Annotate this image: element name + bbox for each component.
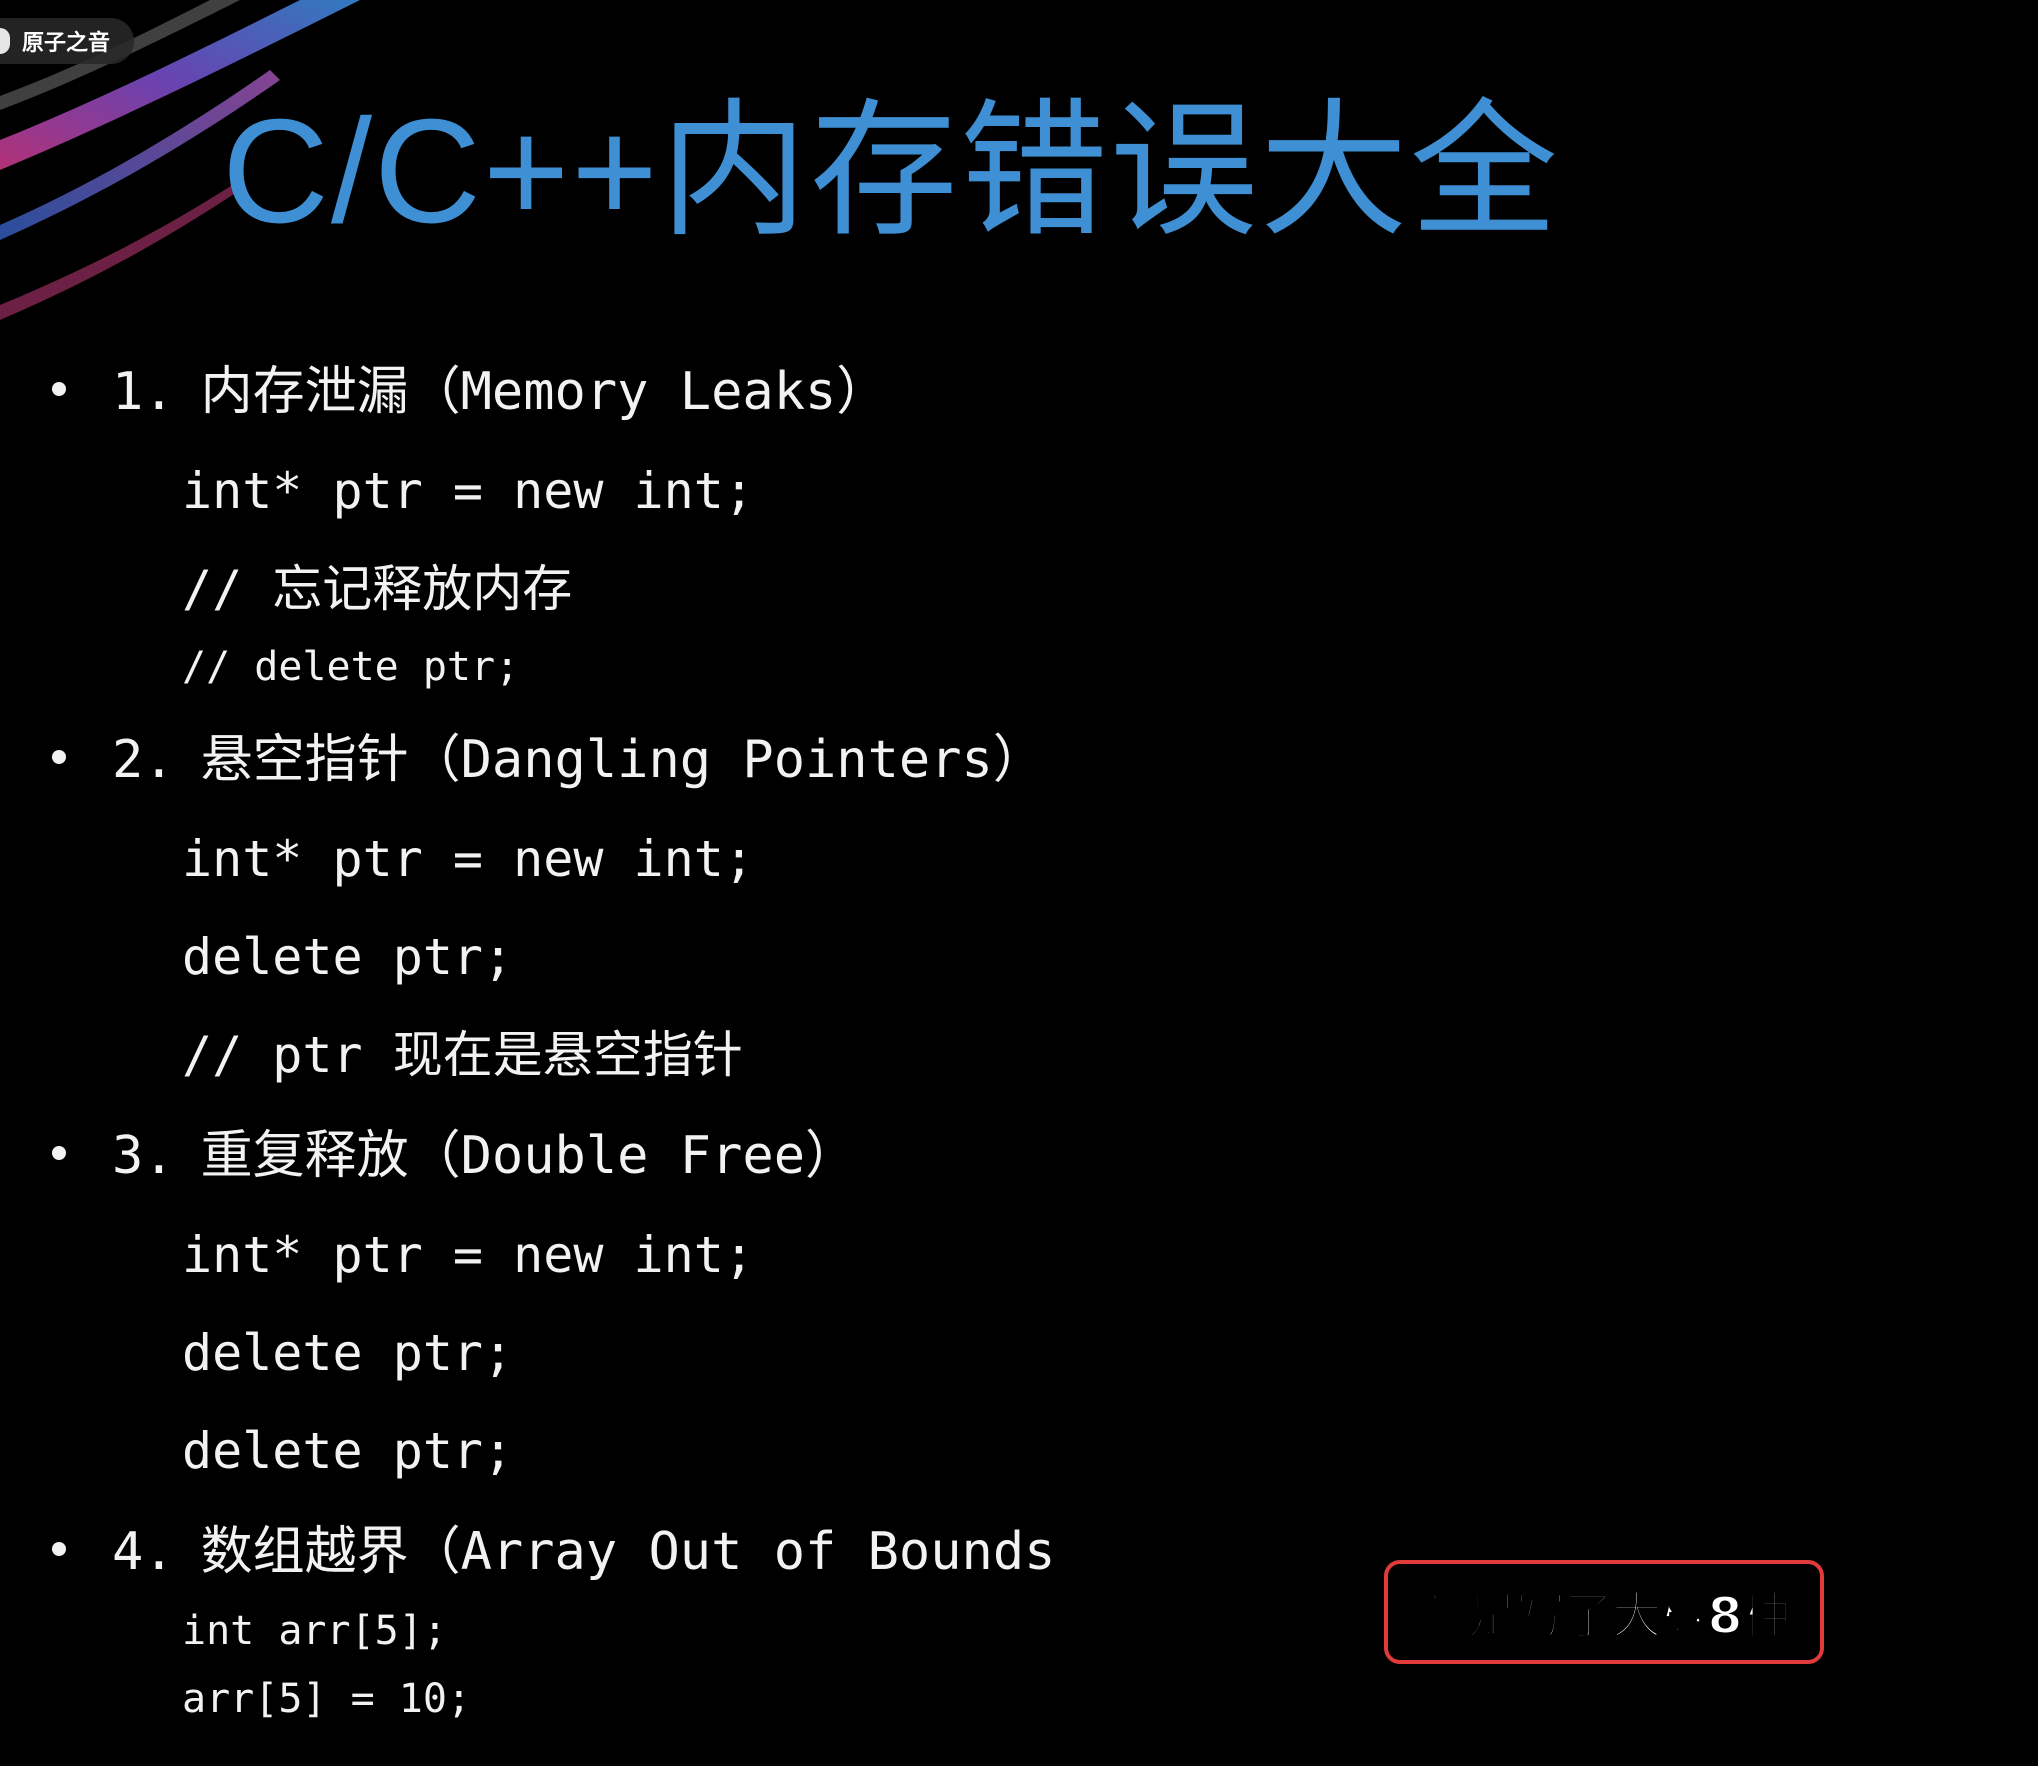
bullet-icon xyxy=(52,1146,66,1160)
section-number: 1. xyxy=(112,362,175,422)
code-line: // ptr 现在是悬空指针 xyxy=(182,1026,743,1084)
code-line: delete ptr; xyxy=(182,1324,514,1382)
section-heading: 4. 数组越界（Array Out of Bounds xyxy=(52,1520,1055,1584)
code-line: int* ptr = new int; xyxy=(182,830,754,888)
code-line: delete ptr; xyxy=(182,928,514,986)
section-heading: 3. 重复释放（Double Free） xyxy=(52,1124,857,1188)
slide: 原子之音 C/C++内存错误大全 1. 内存泄漏（Memory Leaks） in… xyxy=(0,0,2038,1766)
code-line: int* ptr = new int; xyxy=(182,1226,754,1284)
code-line: delete ptr; xyxy=(182,1422,514,1480)
bullet-icon xyxy=(52,1542,66,1556)
code-line: arr[5] = 10; xyxy=(182,1676,471,1722)
code-line: // 忘记释放内存 xyxy=(182,560,573,618)
bullet-icon xyxy=(52,750,66,764)
caption-box: 就是写了大概8种 xyxy=(1384,1560,1824,1664)
section-title: 悬空指针（Dangling Pointers） xyxy=(200,730,1045,790)
code-line: int arr[5]; xyxy=(182,1608,447,1654)
section-title: 数组越界（Array Out of Bounds xyxy=(200,1522,1056,1582)
section-number: 2. xyxy=(112,730,175,790)
code-line: // delete ptr; xyxy=(182,644,520,690)
bullet-icon xyxy=(52,382,66,396)
section-number: 3. xyxy=(112,1126,175,1186)
section-heading: 1. 内存泄漏（Memory Leaks） xyxy=(52,360,888,424)
section-title: 内存泄漏（Memory Leaks） xyxy=(200,362,889,422)
section-title: 重复释放（Double Free） xyxy=(200,1126,857,1186)
slide-content: 1. 内存泄漏（Memory Leaks） int* ptr = new int;… xyxy=(0,0,2038,1766)
code-line: int* ptr = new int; xyxy=(182,462,754,520)
section-number: 4. xyxy=(112,1522,175,1582)
section-heading: 2. 悬空指针（Dangling Pointers） xyxy=(52,728,1045,792)
caption-text: 就是写了大概8种 xyxy=(1419,1586,1792,1646)
